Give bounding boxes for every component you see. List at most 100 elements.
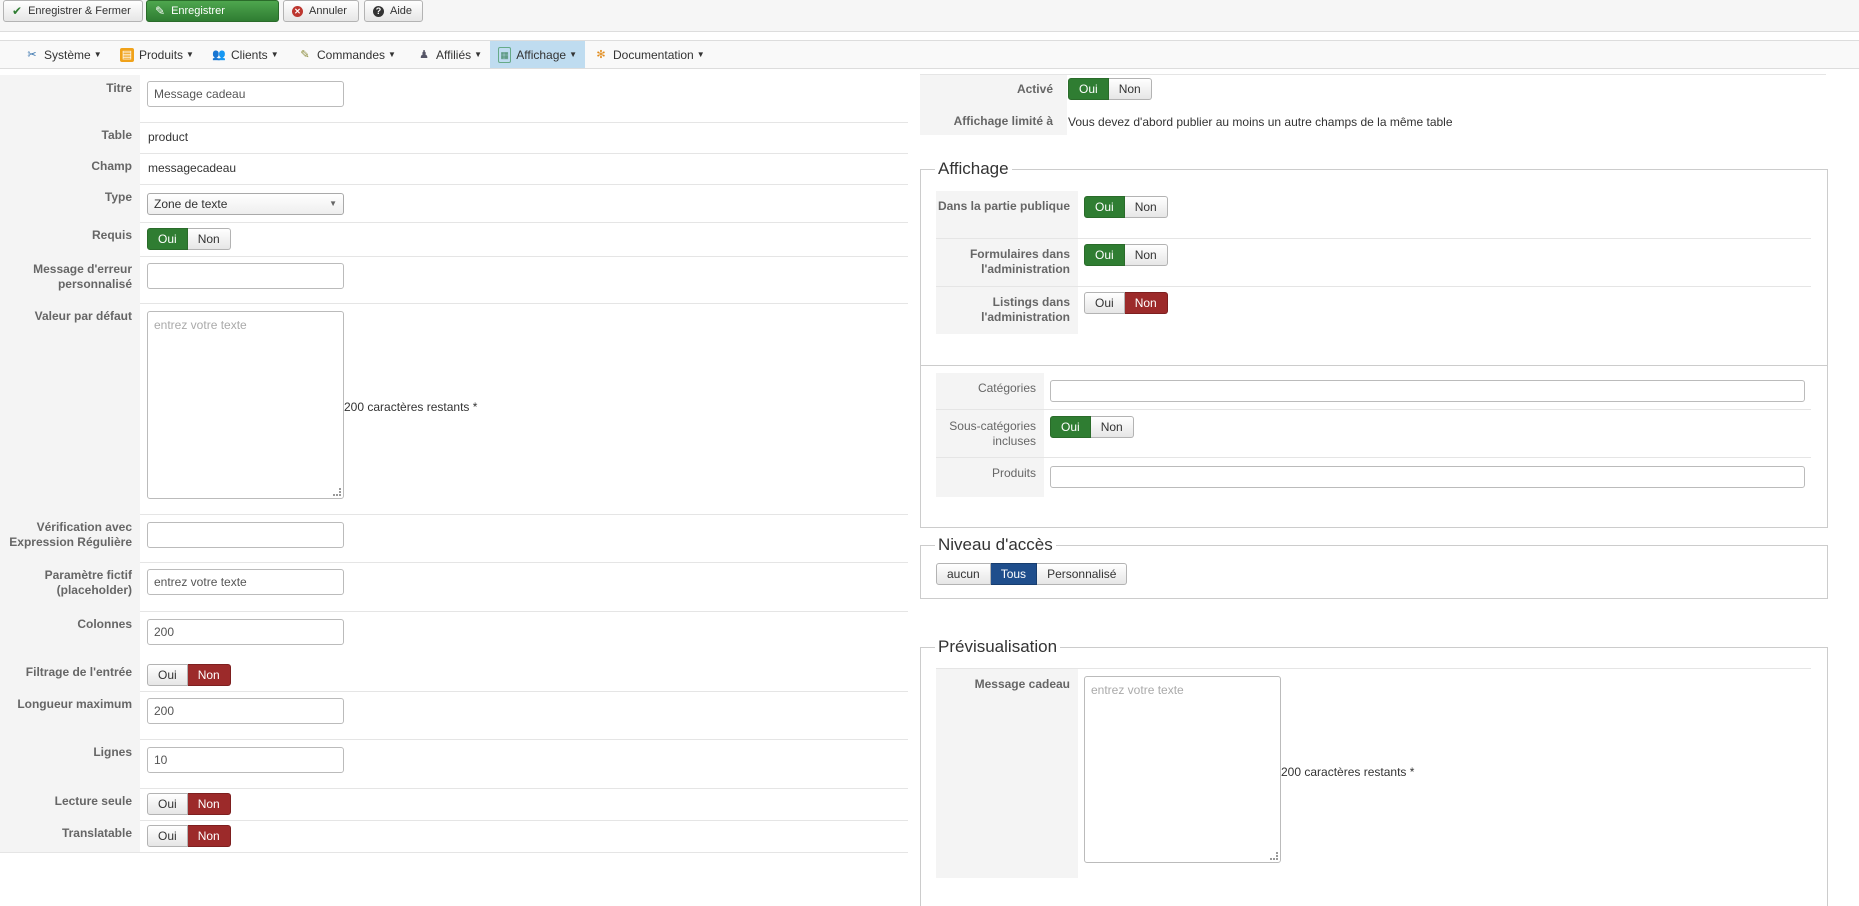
menu-documentation[interactable]: ✻ Documentation ▼: [586, 41, 713, 68]
rows-label: Lignes: [0, 739, 140, 788]
menu-affiliates[interactable]: ♟ Affiliés ▼: [409, 41, 490, 68]
maxlength-label: Longueur maximum: [0, 691, 140, 739]
public-oui[interactable]: Oui: [1084, 196, 1125, 218]
filter-toggle: Oui Non: [147, 664, 231, 686]
translatable-label: Translatable: [0, 820, 140, 852]
regex-input[interactable]: [147, 522, 344, 548]
affiliates-icon: ♟: [419, 48, 429, 61]
type-select[interactable]: Zone de texte ▼: [147, 193, 344, 215]
required-non[interactable]: Non: [187, 228, 231, 250]
categories-divider-1: [936, 409, 1811, 410]
menu-clients[interactable]: 👥 Clients ▼: [204, 41, 287, 68]
columns-input[interactable]: 200: [147, 619, 344, 645]
admin-listings-non[interactable]: Non: [1124, 292, 1168, 314]
filter-oui[interactable]: Oui: [147, 664, 188, 686]
required-toggle: Oui Non: [147, 228, 231, 250]
products-input[interactable]: [1050, 466, 1805, 488]
readonly-oui[interactable]: Oui: [147, 793, 188, 815]
check-icon: ✔: [12, 4, 23, 18]
categories-input[interactable]: [1050, 380, 1805, 402]
placeholder-label: Paramètre fictif (placeholder): [0, 562, 140, 611]
resize-grip-icon[interactable]: [1270, 852, 1278, 860]
subcategories-oui[interactable]: Oui: [1050, 416, 1091, 438]
filter-label: Filtrage de l'entrée: [0, 659, 140, 691]
preview-label-bg: [936, 669, 1078, 878]
field-label: Champ: [0, 153, 140, 184]
columns-label: Colonnes: [0, 611, 140, 659]
active-non[interactable]: Non: [1108, 78, 1152, 100]
subcategories-non[interactable]: Non: [1090, 416, 1134, 438]
resize-grip-icon[interactable]: [333, 488, 341, 496]
active-toggle: Oui Non: [1068, 78, 1152, 100]
row-table: Table product: [0, 122, 908, 154]
translatable-non[interactable]: Non: [187, 825, 231, 847]
caret-down-icon: ▼: [270, 50, 279, 59]
active-oui[interactable]: Oui: [1068, 78, 1109, 100]
filter-non[interactable]: Non: [187, 664, 231, 686]
row-title: Titre Message cadeau: [0, 75, 908, 123]
readonly-label: Lecture seule: [0, 788, 140, 820]
access-none[interactable]: aucun: [936, 563, 991, 585]
required-label: Requis: [0, 222, 140, 256]
menu-products[interactable]: ▤ Produits ▼: [112, 41, 202, 68]
admin-forms-non[interactable]: Non: [1124, 244, 1168, 266]
caret-down-icon: ▼: [93, 50, 102, 59]
main-menu: ✂ Système ▼ ▤ Produits ▼ 👥 Clients ▼ ✎ Comm…: [0, 40, 1859, 69]
categories-divider-2: [936, 457, 1811, 458]
admin-forms-label: Formulaires dans l'administration: [969, 247, 1070, 276]
cancel-button[interactable]: ✕ Annuler: [283, 0, 359, 22]
readonly-non[interactable]: Non: [187, 793, 231, 815]
admin-listings-toggle: Oui Non: [1084, 292, 1168, 314]
admin-forms-oui[interactable]: Oui: [1084, 244, 1125, 266]
caret-down-icon: ▼: [696, 50, 705, 59]
help-icon: ?: [373, 5, 384, 17]
field-value: messagecadeau: [148, 161, 237, 175]
access-custom[interactable]: Personnalisé: [1037, 563, 1128, 585]
product-icon: ▤: [120, 47, 134, 62]
caret-down-icon: ▼: [474, 50, 483, 59]
table-value: product: [148, 130, 189, 144]
row-translatable: Translatable Oui Non: [0, 820, 908, 853]
type-label: Type: [0, 184, 140, 222]
required-oui[interactable]: Oui: [147, 228, 188, 250]
preview-textarea[interactable]: entrez votre texte: [1084, 676, 1281, 863]
tools-icon: ✂: [27, 48, 37, 61]
save-button[interactable]: ✎ Enregistrer: [146, 0, 279, 22]
products-label: Produits: [991, 466, 1036, 480]
placeholder-input[interactable]: entrez votre texte: [147, 569, 344, 595]
menu-display[interactable]: ▦ Affichage ▼: [490, 41, 585, 68]
subcategories-label: Sous-catégories incluses: [949, 419, 1036, 448]
display-icon: ▦: [498, 46, 512, 63]
maxlength-input[interactable]: 200: [147, 698, 344, 724]
access-all[interactable]: Tous: [990, 563, 1038, 585]
users-icon: 👥: [212, 48, 226, 61]
menu-system[interactable]: ✂ Système ▼: [17, 41, 110, 68]
regex-label: Vérification avec Expression Régulière: [0, 514, 140, 562]
row-placeholder: Paramètre fictif (placeholder) entrez vo…: [0, 562, 908, 612]
chevron-down-icon: ▼: [329, 199, 337, 208]
display-legend: Affichage: [935, 159, 1012, 179]
caret-down-icon: ▼: [388, 50, 396, 59]
row-regex: Vérification avec Expression Régulière: [0, 514, 908, 563]
preview-legend: Prévisualisation: [935, 637, 1061, 657]
caret-down-icon: ▼: [569, 50, 577, 59]
default-value-textarea[interactable]: entrez votre texte: [147, 311, 344, 499]
toolbar: ✔ Enregistrer & Fermer ✎ Enregistrer ✕ A…: [0, 0, 1859, 32]
rows-input[interactable]: 10: [147, 747, 344, 773]
title-input[interactable]: Message cadeau: [147, 81, 344, 107]
chars-remaining: 200 caractères restants *: [344, 400, 478, 414]
save-close-button[interactable]: ✔ Enregistrer & Fermer: [3, 0, 143, 22]
row-error-message: Message d'erreur personnalisé: [0, 256, 908, 304]
error-message-input[interactable]: [147, 263, 344, 289]
public-toggle: Oui Non: [1084, 196, 1168, 218]
row-field: Champ messagecadeau: [0, 153, 908, 185]
limited-label: Affichage limité à: [953, 114, 1053, 128]
public-non[interactable]: Non: [1124, 196, 1168, 218]
help-button[interactable]: ? Aide: [364, 0, 423, 22]
translatable-oui[interactable]: Oui: [147, 825, 188, 847]
access-legend: Niveau d'accès: [935, 535, 1056, 555]
admin-listings-label: Listings dans l'administration: [981, 295, 1070, 324]
menu-orders[interactable]: ✎ Commandes ▼: [290, 41, 404, 68]
display-divider-2: [936, 286, 1811, 287]
admin-listings-oui[interactable]: Oui: [1084, 292, 1125, 314]
